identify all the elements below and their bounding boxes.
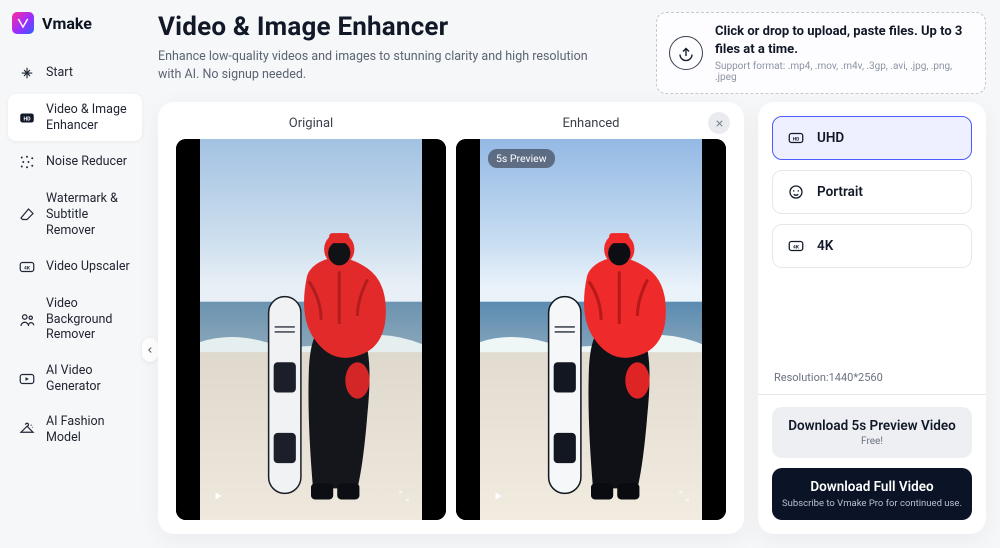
divider [758, 394, 986, 395]
film-bar-right [702, 139, 726, 520]
brand-logo-icon [12, 12, 34, 34]
resolution-value: 1440*2560 [829, 371, 883, 384]
film-bar-left [456, 139, 480, 520]
mode-label: UHD [817, 130, 844, 146]
page-title: Video & Image Enhancer [158, 12, 638, 42]
svg-text:HD: HD [23, 116, 31, 122]
sidebar-item-label: Watermark & Subtitle Remover [46, 191, 132, 238]
face-icon [787, 183, 805, 201]
sidebar-item-label: Noise Reducer [46, 154, 127, 170]
sidebar-collapse-handle[interactable] [142, 338, 158, 362]
download-full-sub: Subscribe to Vmake Pro for continued use… [782, 498, 962, 509]
sidebar: Vmake Start HD Video & Image Enhancer No… [0, 0, 150, 548]
download-preview-button[interactable]: Download 5s Preview Video Free! [772, 407, 972, 458]
headline: Video & Image Enhancer Enhance low-quali… [158, 12, 638, 84]
workspace: Original Enhanced [158, 102, 986, 534]
film-bar-right [422, 139, 446, 520]
mode-portrait[interactable]: Portrait [772, 170, 972, 214]
svg-text:4K: 4K [793, 244, 800, 250]
hd-badge-icon: HD [787, 129, 805, 147]
video-play-icon [18, 370, 36, 388]
4k-badge-icon: 4K [18, 258, 36, 276]
film-bar-left [176, 139, 200, 520]
hd-badge-icon: HD [18, 109, 36, 127]
main-area: Video & Image Enhancer Enhance low-quali… [150, 0, 1000, 548]
sidebar-item-noise[interactable]: Noise Reducer [8, 145, 142, 179]
enhanced-label: Enhanced [456, 116, 726, 131]
eraser-icon [18, 206, 36, 224]
noise-icon [18, 153, 36, 171]
sidebar-item-label: Video & Image Enhancer [46, 102, 132, 133]
mode-label: Portrait [817, 184, 863, 200]
mode-uhd[interactable]: HD UHD [772, 116, 972, 160]
upload-dropzone[interactable]: Click or drop to upload, paste files. Up… [656, 12, 986, 94]
original-frame[interactable] [176, 139, 446, 520]
sidebar-item-label: AI Fashion Model [46, 414, 132, 445]
hanger-icon [18, 421, 36, 439]
sidebar-item-label: AI Video Generator [46, 363, 132, 394]
upload-text: Click or drop to upload, paste files. Up… [715, 23, 971, 83]
svg-text:HD: HD [793, 136, 800, 142]
sidebar-item-watermark[interactable]: Watermark & Subtitle Remover [8, 183, 142, 246]
mode-4k[interactable]: 4K 4K [772, 224, 972, 268]
upload-icon [669, 36, 703, 70]
download-full-title: Download Full Video [782, 479, 962, 495]
sidebar-item-upscaler[interactable]: 4K Video Upscaler [8, 250, 142, 284]
sparkle-icon [18, 64, 36, 82]
expand-icon[interactable] [678, 487, 690, 506]
play-icon[interactable] [212, 487, 224, 506]
compare-card: Original Enhanced [158, 102, 744, 534]
sidebar-item-start[interactable]: Start [8, 56, 142, 90]
mode-label: 4K [817, 238, 833, 254]
mode-list: HD UHD Portrait 4K 4K [772, 116, 972, 268]
compare-labels: Original Enhanced [176, 116, 726, 131]
download-preview-sub: Free! [782, 436, 962, 447]
preview-badge: 5s Preview [488, 149, 555, 168]
sidebar-item-enhancer[interactable]: HD Video & Image Enhancer [8, 94, 142, 141]
sidebar-item-label: Video Background Remover [46, 296, 132, 343]
person-cutout-icon [18, 311, 36, 329]
brand-name: Vmake [42, 14, 92, 33]
sidebar-nav: Start HD Video & Image Enhancer Noise Re… [0, 40, 150, 462]
4k-badge-icon: 4K [787, 237, 805, 255]
sidebar-item-label: Video Upscaler [46, 259, 130, 275]
sidebar-item-label: Start [46, 65, 73, 81]
app-root: Vmake Start HD Video & Image Enhancer No… [0, 0, 1000, 548]
brand: Vmake [0, 0, 150, 40]
download-full-button[interactable]: Download Full Video Subscribe to Vmake P… [772, 468, 972, 520]
enhanced-frame[interactable]: 5s Preview [456, 139, 726, 520]
resolution-label: Resolution: [774, 371, 829, 384]
svg-text:4K: 4K [24, 266, 31, 272]
resolution-info: Resolution:1440*2560 [774, 371, 972, 384]
download-preview-title: Download 5s Preview Video [782, 418, 962, 434]
close-button[interactable] [708, 112, 730, 134]
expand-icon[interactable] [398, 487, 410, 506]
sidebar-item-bg-remover[interactable]: Video Background Remover [8, 288, 142, 351]
sidebar-item-generator[interactable]: AI Video Generator [8, 355, 142, 402]
enhanced-image [480, 139, 702, 520]
upload-formats: Support format: .mp4, .mov, .m4v, .3gp, … [715, 61, 971, 83]
original-label: Original [176, 116, 446, 131]
original-image [200, 139, 422, 520]
sidebar-item-fashion[interactable]: AI Fashion Model [8, 406, 142, 453]
upload-title: Click or drop to upload, paste files. Up… [715, 23, 971, 58]
settings-panel: HD UHD Portrait 4K 4K Resolution:1440*25… [758, 102, 986, 534]
page-subtitle: Enhance low-quality videos and images to… [158, 48, 608, 84]
play-icon[interactable] [492, 487, 504, 506]
topbar: Video & Image Enhancer Enhance low-quali… [158, 12, 986, 94]
